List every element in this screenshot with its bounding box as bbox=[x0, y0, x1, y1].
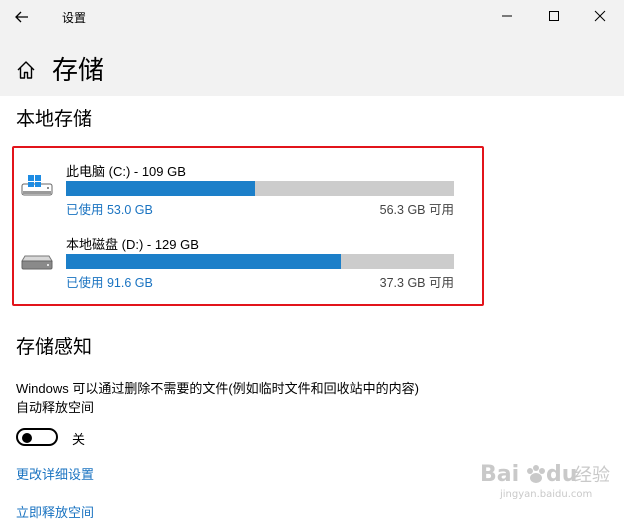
change-settings-link[interactable]: 更改详细设置 bbox=[16, 464, 94, 483]
minimize-icon[interactable] bbox=[495, 5, 519, 27]
section-title-storage-sense: 存储感知 bbox=[16, 337, 93, 358]
drive-usage-fill bbox=[66, 181, 255, 196]
window-title: 设置 bbox=[62, 11, 87, 25]
maximize-icon[interactable] bbox=[542, 5, 566, 27]
close-icon[interactable] bbox=[588, 5, 612, 27]
page-title: 存储 bbox=[52, 55, 105, 85]
toggle-state-label: 关 bbox=[72, 432, 86, 447]
watermark-url: jingyan.baidu.com bbox=[499, 489, 592, 500]
drive-usage-bar bbox=[66, 181, 454, 196]
watermark-chinese: 经验 bbox=[574, 465, 610, 486]
watermark-brand: Bai bbox=[480, 462, 519, 487]
toggle-knob bbox=[22, 433, 32, 443]
paw-icon bbox=[527, 465, 545, 483]
section-title-local-storage: 本地存储 bbox=[16, 109, 93, 130]
free-space-link[interactable]: 立即释放空间 bbox=[16, 502, 94, 521]
drive-name: 本地磁盘 (D:) - 129 GB bbox=[66, 237, 199, 252]
page-header: 存储 bbox=[0, 33, 624, 96]
drive-icon bbox=[21, 255, 53, 270]
home-icon[interactable] bbox=[15, 59, 37, 81]
windows-drive-icon bbox=[21, 175, 53, 196]
back-arrow-icon[interactable] bbox=[10, 6, 34, 28]
drive-name: 此电脑 (C:) - 109 GB bbox=[66, 164, 186, 179]
baidu-watermark-logo: Bai du 经验 jingyan.baidu.com bbox=[480, 462, 610, 500]
drive-free-text: 56.3 GB 可用 bbox=[379, 203, 454, 217]
drive-used-text: 已使用 91.6 GB bbox=[66, 276, 153, 290]
drive-usage-fill bbox=[66, 254, 342, 269]
storage-sense-description-2: 自动释放空间 bbox=[16, 400, 95, 415]
drive-used-text: 已使用 53.0 GB bbox=[66, 203, 153, 217]
title-bar: 设置 bbox=[0, 0, 624, 33]
svg-text:du: du bbox=[546, 462, 577, 487]
storage-sense-description: Windows 可以通过删除不需要的文件(例如临时文件和回收站中的内容) bbox=[16, 381, 420, 396]
storage-sense-toggle[interactable] bbox=[16, 428, 58, 446]
drive-usage-bar bbox=[66, 254, 454, 269]
drive-free-text: 37.3 GB 可用 bbox=[379, 276, 454, 290]
